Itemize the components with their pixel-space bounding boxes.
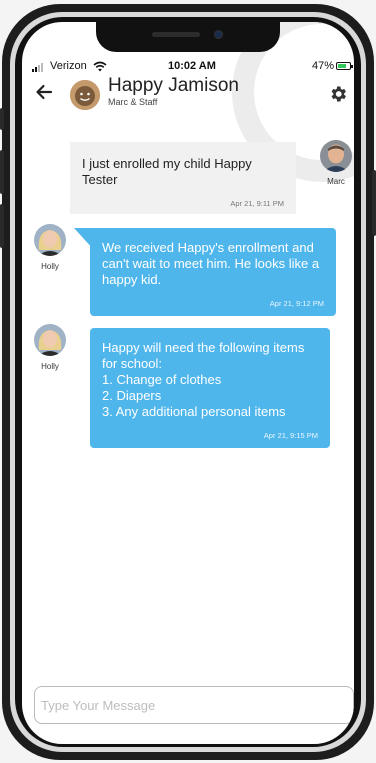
battery-percent: 47% xyxy=(312,60,335,72)
speaker-grille xyxy=(152,32,200,37)
message-text: We received Happy's enrollment and can't… xyxy=(102,240,320,287)
volume-down-button xyxy=(0,204,4,248)
message-timestamp: Apr 21, 9:11 PM xyxy=(230,199,284,208)
sender-name: Marc xyxy=(327,177,345,186)
power-button xyxy=(372,170,376,236)
chat-title: Happy Jamison xyxy=(108,75,239,96)
clock: 10:02 AM xyxy=(168,60,216,72)
mute-switch xyxy=(0,108,4,130)
battery-icon xyxy=(336,62,353,70)
message-text: I just enrolled my child Happy Tester xyxy=(82,156,252,187)
message-timestamp: Apr 21, 9:12 PM xyxy=(269,299,324,308)
sender-name: Holly xyxy=(41,362,59,371)
wifi-icon xyxy=(93,61,107,72)
status-bar: Verizon 10:02 AM 47% xyxy=(22,60,354,76)
sender-avatar-holly xyxy=(34,224,66,256)
message-timestamp: Apr 21, 9:15 PM xyxy=(263,431,318,440)
message-bubble-outgoing: I just enrolled my child Happy Tester Ap… xyxy=(70,142,296,214)
volume-up-button xyxy=(0,150,4,194)
child-avatar xyxy=(70,80,100,110)
gear-icon[interactable] xyxy=(328,84,348,104)
message-input[interactable] xyxy=(34,686,354,724)
app-screen: Verizon 10:02 AM 47% Happy Jamison Marc … xyxy=(22,22,354,744)
message-text: Happy will need the following items for … xyxy=(102,340,305,419)
sender-avatar-marc xyxy=(320,140,352,172)
sender-name: Holly xyxy=(41,262,59,271)
front-camera xyxy=(214,30,223,39)
carrier-label: Verizon xyxy=(50,60,87,72)
message-bubble-incoming: Happy will need the following items for … xyxy=(90,328,330,448)
chat-participants: Marc & Staff xyxy=(108,97,158,107)
sender-avatar-holly xyxy=(34,324,66,356)
notch xyxy=(96,22,280,52)
signal-icon xyxy=(32,63,43,72)
message-bubble-incoming: We received Happy's enrollment and can't… xyxy=(90,228,336,316)
back-arrow-icon[interactable] xyxy=(34,82,54,102)
